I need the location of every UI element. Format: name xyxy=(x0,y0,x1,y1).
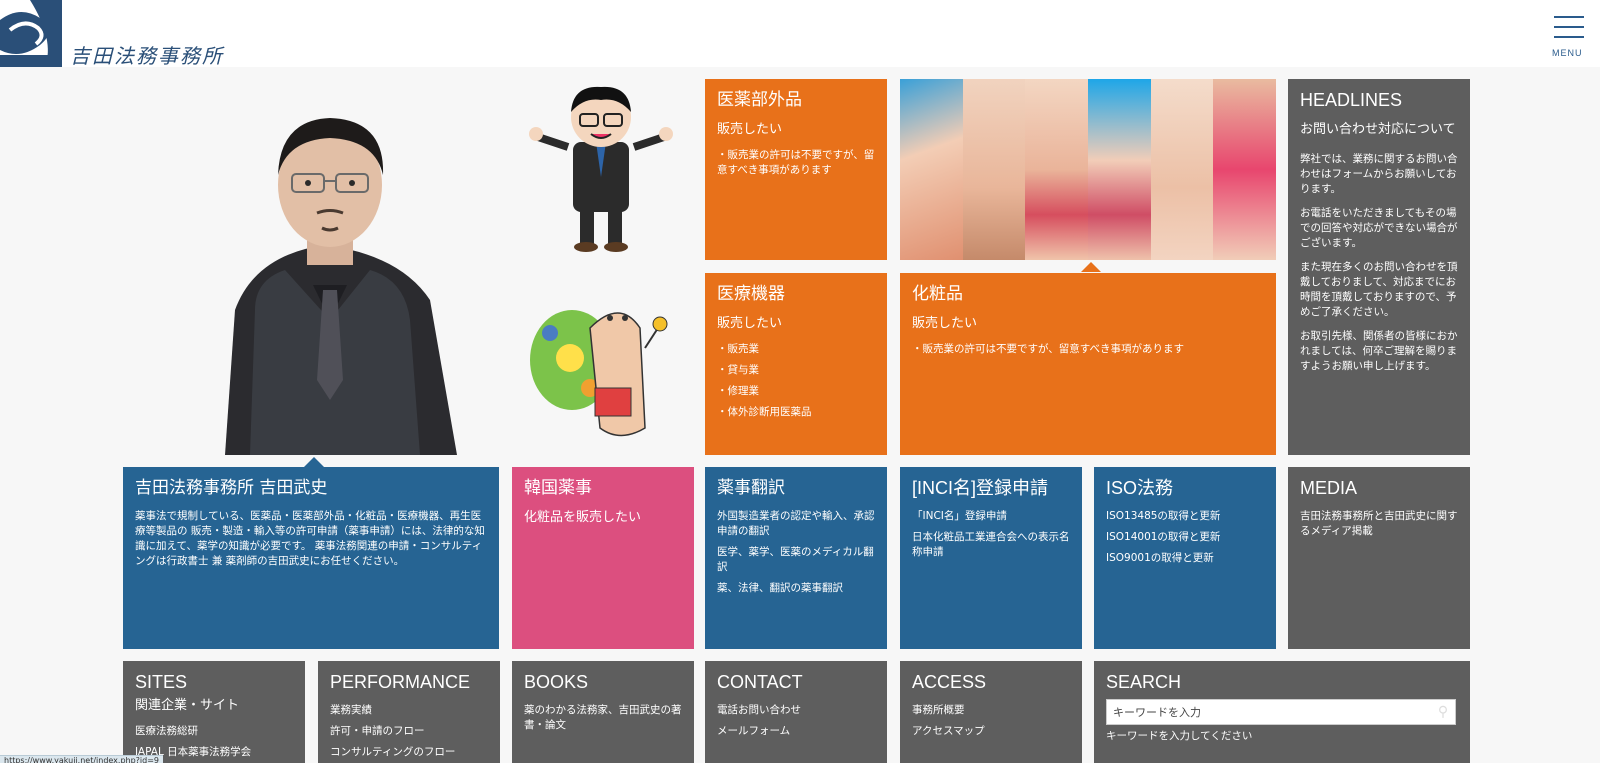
tile-contact[interactable]: CONTACT 電話お問い合わせ メールフォーム xyxy=(705,661,887,763)
list-item[interactable]: 「INCI名」登録申請 xyxy=(912,509,1070,524)
tile-title: 医薬部外品 xyxy=(717,90,802,110)
site-name[interactable]: 吉田法務事務所 xyxy=(70,40,224,69)
tile-title: 医療機器 xyxy=(717,284,785,304)
cartoon-man-illustration xyxy=(528,82,674,257)
search-input[interactable] xyxy=(1107,700,1431,724)
list-item[interactable]: 医学、薬学、医薬のメディカル翻訳 xyxy=(717,545,875,575)
tile-korea[interactable]: 韓国薬事 化粧品を販売したい xyxy=(512,467,694,649)
tile-subtitle: 販売したい xyxy=(717,122,783,137)
cartoon-character-illustration xyxy=(530,288,676,443)
tile-title: 吉田法務事務所 吉田武史 xyxy=(135,478,328,498)
search-icon[interactable]: ⚲ xyxy=(1431,704,1455,720)
list-item[interactable]: メールフォーム xyxy=(717,724,875,739)
tile-medical-devices[interactable]: 医療機器 販売したい ・販売業 ・貸与業 ・修理業 ・体外診断用医薬品 xyxy=(705,273,887,455)
list-item[interactable]: ・販売業の許可は不要ですが、留意すべき事項があります xyxy=(717,148,875,178)
tile-sites[interactable]: SITES 関連企業・サイト 医療法務総研 JAPAL 日本薬事法務学会 xyxy=(123,661,305,763)
list-item[interactable]: コンサルティングのフロー xyxy=(330,745,488,760)
tile-title: 薬事翻訳 xyxy=(717,478,785,498)
tile-title: PERFORMANCE xyxy=(330,672,471,692)
tile-search: SEARCH ⚲ キーワードを入力してください xyxy=(1094,661,1470,763)
tile-title: 韓国薬事 xyxy=(524,478,592,498)
tile-books[interactable]: BOOKS 薬のわかる法務家、吉田武史の著書・論文 xyxy=(512,661,694,763)
tile-title: CONTACT xyxy=(717,672,803,692)
list-item[interactable]: ・修理業 xyxy=(717,384,875,399)
headline-paragraph: お取引先様、関係者の皆様におかれましては、何卒ご理解を賜りますようお願い申し上げ… xyxy=(1300,330,1458,372)
list-item[interactable]: ISO13485の取得と更新 xyxy=(1106,509,1264,524)
logo-mark-icon[interactable] xyxy=(0,0,62,67)
tile-title: [INCI名]登録申請 xyxy=(912,478,1049,498)
tile-cosmetics[interactable]: 化粧品 販売したい ・販売業の許可は不要ですが、留意すべき事項があります xyxy=(900,273,1276,455)
search-box: ⚲ xyxy=(1106,699,1456,725)
tile-inci[interactable]: [INCI名]登録申請 「INCI名」登録申請 日本化粧品工業連合会への表示名称… xyxy=(900,467,1082,649)
tile-title: SEARCH xyxy=(1106,672,1182,692)
profile-description: 薬事法で規制している、医薬品・医薬部外品・化粧品・医療機器、再生医療等製品の 販… xyxy=(135,510,485,567)
list-item[interactable]: ・貸与業 xyxy=(717,363,875,378)
tile-title: 化粧品 xyxy=(912,284,963,304)
list-item[interactable]: アクセスマップ xyxy=(912,724,1070,739)
list-item[interactable]: ISO9001の取得と更新 xyxy=(1106,551,1264,566)
list-item[interactable]: ・体外診断用医薬品 xyxy=(717,405,875,420)
menu-label: MENU xyxy=(1552,48,1583,58)
list-item[interactable]: 許可・申請のフロー xyxy=(330,724,488,739)
headline-paragraph: 弊社では、業務に関するお問い合わせはフォームからお願いしております。 xyxy=(1300,153,1458,195)
tile-title: SITES xyxy=(135,672,188,692)
headline-paragraph: また現在多くのお問い合わせを頂戴しておりまして、対応までにお時間を頂戴しておりま… xyxy=(1300,261,1458,318)
tile-subtitle: 化粧品を販売したい xyxy=(524,510,642,525)
list-item[interactable]: 日本化粧品工業連合会への表示名称申請 xyxy=(912,530,1070,560)
list-item[interactable]: 業務実績 xyxy=(330,703,488,718)
tile-title: BOOKS xyxy=(524,672,589,692)
tile-title: ACCESS xyxy=(912,672,987,692)
tile-subtitle: 関連企業・サイト xyxy=(135,698,240,713)
list-item[interactable]: ISO14001の取得と更新 xyxy=(1106,530,1264,545)
menu-hamburger-icon[interactable] xyxy=(1554,16,1584,18)
tile-performance[interactable]: PERFORMANCE 業務実績 許可・申請のフロー コンサルティングのフロー xyxy=(318,661,500,763)
profile-photo xyxy=(195,80,475,455)
pointer-arrow xyxy=(304,457,324,467)
headline-paragraph: お電話をいただきましてもその場での回答や対応ができない場合がございます。 xyxy=(1300,207,1458,249)
tile-title: HEADLINES xyxy=(1300,90,1403,110)
browser-status-url: https://www.yakuji.net/index.php?id=9 xyxy=(0,755,164,763)
tile-title: ISO法務 xyxy=(1106,478,1174,498)
tile-media[interactable]: MEDIA 吉田法務事務所と吉田武史に関するメディア掲載 xyxy=(1288,467,1470,649)
list-item[interactable]: ・販売業 xyxy=(717,342,875,357)
tile-subtitle: 販売したい xyxy=(912,316,978,331)
search-hint: キーワードを入力してください xyxy=(1106,730,1253,742)
tile-translation[interactable]: 薬事翻訳 外国製造業者の認定や輸入、承認申請の翻訳 医学、薬学、医薬のメディカル… xyxy=(705,467,887,649)
list-item[interactable]: ・販売業の許可は不要ですが、留意すべき事項があります xyxy=(912,342,1264,357)
tile-access[interactable]: ACCESS 事務所概要 アクセスマップ xyxy=(900,661,1082,763)
pointer-arrow xyxy=(1081,262,1101,272)
list-item[interactable]: 外国製造業者の認定や輸入、承認申請の翻訳 xyxy=(717,509,875,539)
tile-quasi-drugs[interactable]: 医薬部外品 販売したい ・販売業の許可は不要ですが、留意すべき事項があります xyxy=(705,79,887,260)
menu-button[interactable]: MENU xyxy=(1552,14,1586,60)
cosmetics-photo-strip xyxy=(900,79,1277,260)
tile-profile[interactable]: 吉田法務事務所 吉田武史 薬事法で規制している、医薬品・医薬部外品・化粧品・医療… xyxy=(123,467,499,649)
tile-subtitle: 販売したい xyxy=(717,316,783,331)
list-item[interactable]: 事務所概要 xyxy=(912,703,1070,718)
list-item[interactable]: 薬のわかる法務家、吉田武史の著書・論文 xyxy=(524,703,682,733)
list-item[interactable]: 薬、法律、翻訳の薬事翻訳 xyxy=(717,581,875,596)
list-item[interactable]: 医療法務総研 xyxy=(135,724,293,739)
tile-title: MEDIA xyxy=(1300,478,1358,498)
tile-headlines[interactable]: HEADLINES お問い合わせ対応について 弊社では、業務に関するお問い合わせ… xyxy=(1288,79,1470,455)
tile-iso[interactable]: ISO法務 ISO13485の取得と更新 ISO14001の取得と更新 ISO9… xyxy=(1094,467,1276,649)
site-header: 吉田法務事務所 MENU xyxy=(0,0,1600,69)
list-item[interactable]: 吉田法務事務所と吉田武史に関するメディア掲載 xyxy=(1300,509,1458,539)
headline-subtitle[interactable]: お問い合わせ対応について xyxy=(1300,121,1458,138)
list-item[interactable]: 電話お問い合わせ xyxy=(717,703,875,718)
